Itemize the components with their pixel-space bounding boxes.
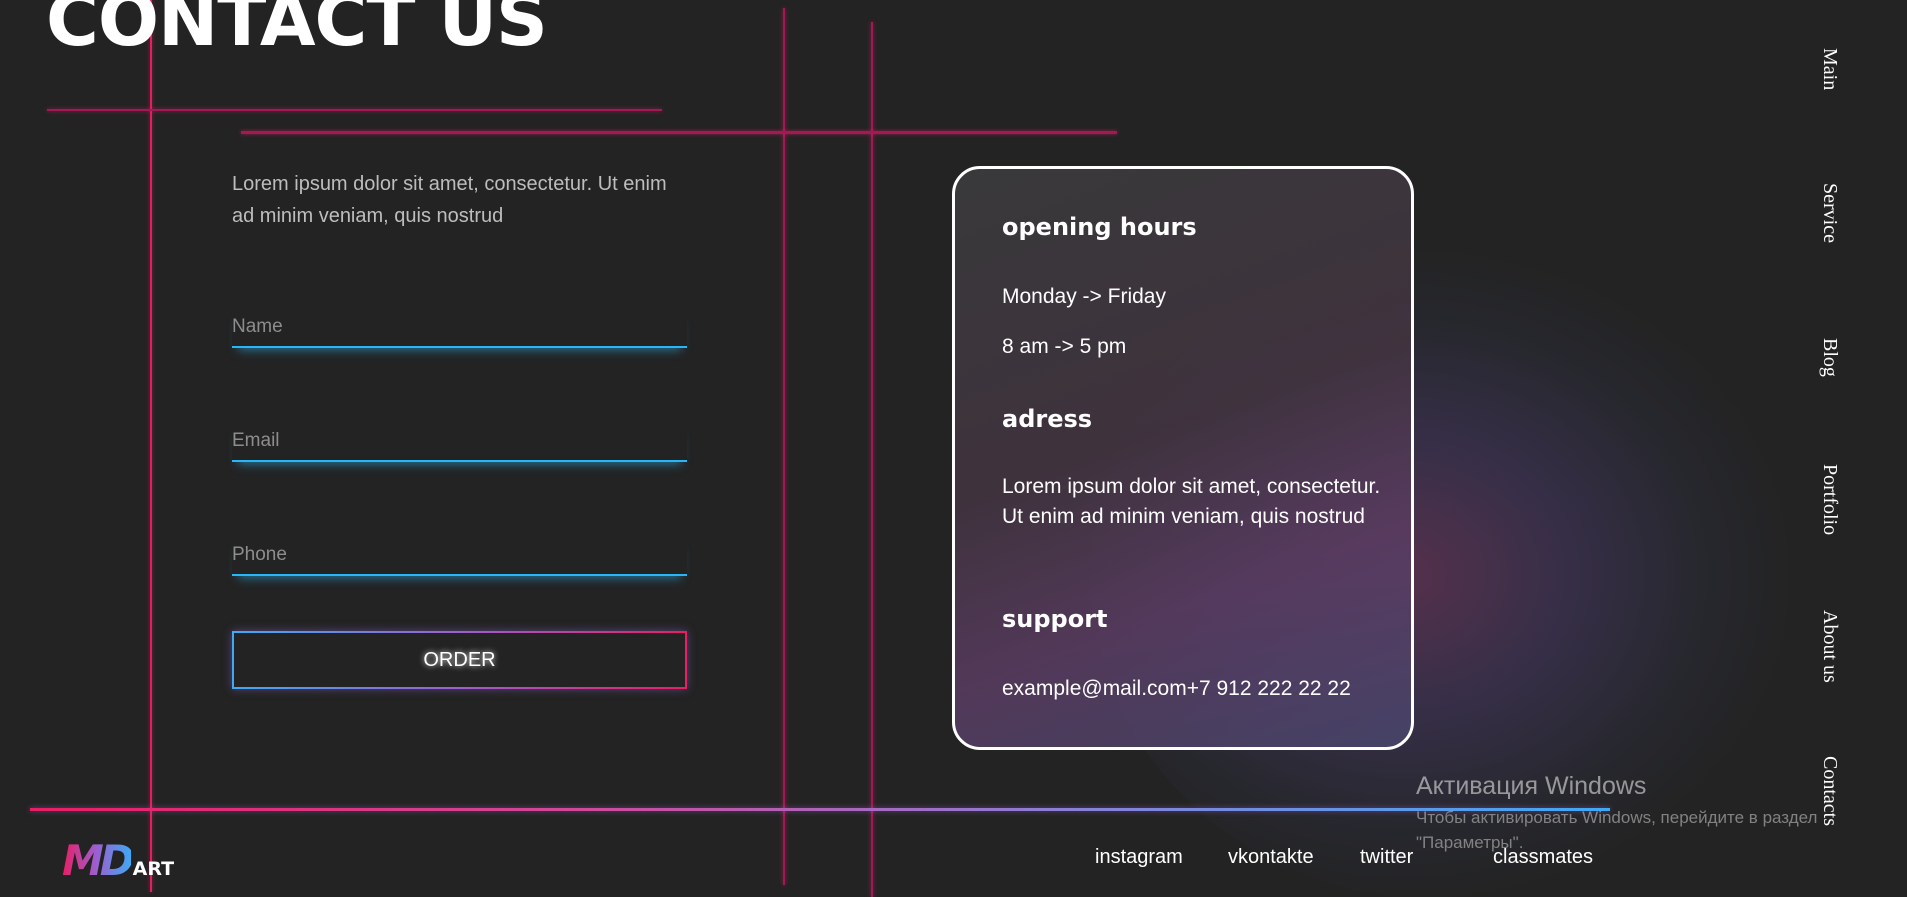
nav-item-blog[interactable]: Blog [1818,338,1841,377]
decor-line-vertical-2 [783,8,785,885]
contact-page: CONTACT US Lorem ipsum dolor sit amet, c… [0,0,1907,897]
windows-activation-text: Чтобы активировать Windows, перейдите в … [1416,805,1817,855]
nav-item-contacts[interactable]: Contacts [1818,756,1841,826]
social-link-instagram[interactable]: instagram [1095,846,1183,869]
logo-text: ART [132,858,175,880]
phone-field-wrapper [232,536,687,576]
order-button[interactable]: ORDER [232,631,687,689]
phone-input[interactable] [232,536,687,576]
opening-hours-heading: opening hours [1002,213,1197,241]
opening-time: 8 am -> 5 pm [1002,335,1127,358]
windows-activation-title: Активация Windows [1416,772,1647,800]
nav-item-about-us[interactable]: About us [1818,610,1841,683]
nav-item-service[interactable]: Service [1818,183,1841,243]
page-title: CONTACT US [46,0,548,62]
email-field-wrapper [232,422,687,462]
logo-mark: MD [62,836,135,885]
address-text: Lorem ipsum dolor sit amet, consectetur.… [1002,475,1381,528]
decor-line-horizontal-2 [241,131,1117,134]
name-field-wrapper [232,308,687,348]
logo[interactable]: MD ART [62,840,174,882]
social-link-twitter[interactable]: twitter [1360,846,1413,869]
social-link-vkontakte[interactable]: vkontakte [1228,846,1314,869]
side-nav: Main Service Blog Portfolio About us Con… [1818,0,1850,897]
address-heading: adress [1002,405,1093,433]
info-card: opening hours Monday -> Friday 8 am -> 5… [952,166,1414,750]
nav-item-portfolio[interactable]: Portfolio [1818,464,1841,535]
decor-line-vertical-3 [871,22,873,897]
email-input[interactable] [232,422,687,462]
footer-divider [30,808,1610,811]
support-heading: support [1002,605,1108,633]
nav-item-main[interactable]: Main [1818,48,1841,90]
decor-line-vertical-1 [150,0,152,892]
opening-days: Monday -> Friday [1002,285,1166,308]
intro-text: Lorem ipsum dolor sit amet, consectetur.… [232,173,667,227]
support-contact: example@mail.com+7 912 222 22 22 [1002,677,1351,700]
windows-activation-line-1: Чтобы активировать Windows, перейдите в … [1416,808,1818,827]
windows-activation-line-2: "Параметры". [1416,833,1524,852]
name-input[interactable] [232,308,687,348]
decor-line-horizontal-1 [47,109,662,111]
